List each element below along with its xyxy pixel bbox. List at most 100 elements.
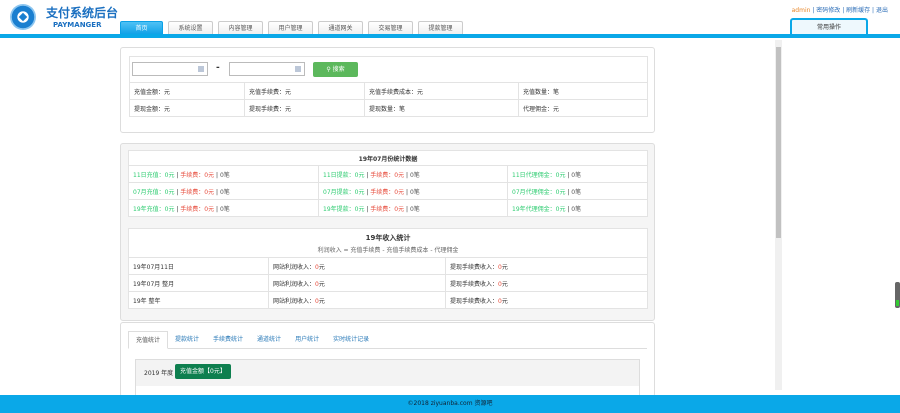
summary-cell: 代理佣金：元	[518, 99, 648, 117]
header-divider	[0, 34, 900, 38]
calendar-icon	[295, 66, 301, 72]
monthly-stats-table: 19年07月份统计数据 11日充值：0元 | 手续费：0元 | 0笔 11日提款：…	[128, 150, 648, 217]
label: 提现手续费收入：	[450, 263, 499, 271]
year-label: 2019 年度	[144, 370, 174, 377]
monthly-stats-row: 07月充值：0元 | 手续费：0元 | 0笔 07月提款：0元 | 手续费：0元 …	[128, 182, 648, 200]
summary-row: 充值金额：元 充值手续费：元 充值手续费成本：元 充值数量：笔	[129, 82, 648, 100]
nav-tab-withdraw[interactable]: 提款管理	[418, 21, 463, 35]
statistics-panel: 19年07月份统计数据 11日充值：0元 | 手续费：0元 | 0笔 11日提款：…	[120, 143, 655, 321]
summary-cell: 充值手续费：元	[244, 82, 365, 100]
unit: 元	[318, 280, 325, 288]
calendar-icon	[198, 66, 204, 72]
unit: 元	[318, 297, 325, 305]
stat-amount: 11日充值：0元	[133, 171, 175, 179]
stat-count: 0笔	[409, 188, 420, 196]
income-row: 19年 整年 网站利润收入：0元 提现手续费收入：0元	[128, 291, 648, 309]
stats-tab[interactable]: 手续费统计	[206, 331, 250, 348]
stat-count: 0笔	[571, 205, 582, 213]
stat-fee: 手续费：0元	[180, 205, 215, 213]
summary-cell: 充值金额：元	[129, 82, 245, 100]
monthly-stat-cell: 11日充值：0元 | 手续费：0元 | 0笔	[128, 165, 319, 183]
search-panel: - ⚲ 搜索 充值金额：元 充值手续费：元 充值手续费成本：元 充值数量：笔 提现金额…	[120, 47, 655, 133]
stat-count: 0笔	[409, 171, 420, 179]
stat-fee: 手续费：0元	[180, 171, 215, 179]
stats-tabs: 充值统计 提款统计 手续费统计 通道统计 用户统计 实时统计记录	[128, 331, 647, 349]
username[interactable]: admin	[792, 7, 811, 14]
label: 提现手续费收入：	[450, 297, 499, 305]
nav-tab-gateway[interactable]: 通道网关	[318, 21, 363, 35]
unit: 元	[501, 263, 508, 271]
monthly-stat-cell: 11日代理佣金：0元 | 0笔	[507, 165, 648, 183]
monthly-stat-cell: 07月代理佣金：0元 | 0笔	[507, 182, 648, 200]
scrollbar[interactable]	[775, 40, 782, 390]
unit: 元	[501, 297, 508, 305]
user-links: admin | 密码修改 | 刷新缓存 | 退出	[791, 7, 888, 14]
site-profit-cell: 网站利润收入：0元	[268, 274, 446, 292]
stat-amount: 07月提款：0元	[323, 188, 365, 196]
stats-tab[interactable]: 实时统计记录	[326, 331, 376, 348]
nav-tab-trade[interactable]: 交易管理	[368, 21, 413, 35]
income-period: 19年07月11日	[128, 257, 269, 275]
monthly-stat-cell: 19年提款：0元 | 手续费：0元 | 0笔	[318, 199, 508, 217]
label: 网站利润收入：	[273, 263, 316, 271]
stat-amount: 11日提款：0元	[323, 171, 365, 179]
monthly-stat-cell: 11日提款：0元 | 手续费：0元 | 0笔	[318, 165, 508, 183]
site-profit-cell: 网站利润收入：0元	[268, 257, 446, 275]
nav-tab-home[interactable]: 首页	[120, 21, 163, 35]
stats-tab[interactable]: 提款统计	[168, 331, 206, 348]
stats-tab[interactable]: 充值统计	[128, 331, 169, 349]
stat-amount: 19年代理佣金：0元	[512, 205, 566, 213]
nav-tab-users[interactable]: 用户管理	[268, 21, 313, 35]
withdraw-fee-cell: 提现手续费收入：0元	[445, 274, 648, 292]
end-date-input[interactable]	[229, 62, 305, 76]
nav-tab-system[interactable]: 系统设置	[168, 21, 213, 35]
stat-count: 0笔	[219, 171, 230, 179]
stat-count: 0笔	[409, 205, 420, 213]
stat-count: 0笔	[571, 188, 582, 196]
nav-tab-content[interactable]: 内容管理	[218, 21, 263, 35]
income-period: 19年07月 整月	[128, 274, 269, 292]
change-password-link[interactable]: 密码修改	[816, 7, 840, 14]
monthly-stat-cell: 07月提款：0元 | 手续费：0元 | 0笔	[318, 182, 508, 200]
recharge-total-badge: 充值金额【0元】	[175, 364, 231, 379]
stat-count: 0笔	[571, 171, 582, 179]
header: 支付系统后台 PAYMANGER 首页 系统设置 内容管理 用户管理 通道网关 …	[0, 0, 900, 38]
footer: ©2018 ziyuanba.com 资源吧	[0, 395, 900, 413]
scrollbar-thumb[interactable]	[776, 47, 781, 238]
label: 提现手续费收入：	[450, 280, 499, 288]
label: 网站利润收入：	[273, 280, 316, 288]
date-separator: -	[216, 63, 220, 73]
summary-row: 提现金额：元 提现手续费：元 提现数量：笔 代理佣金：元	[129, 99, 648, 117]
stat-fee: 手续费：0元	[370, 171, 405, 179]
summary-cell: 提现金额：元	[129, 99, 245, 117]
logout-link[interactable]: 退出	[876, 7, 888, 14]
stats-tab[interactable]: 通道统计	[250, 331, 288, 348]
search-button[interactable]: ⚲ 搜索	[313, 62, 358, 77]
label: 网站利润收入：	[273, 297, 316, 305]
stat-count: 0笔	[219, 188, 230, 196]
unit: 元	[318, 263, 325, 271]
withdraw-fee-cell: 提现手续费收入：0元	[445, 257, 648, 275]
start-date-input[interactable]	[132, 62, 208, 76]
refresh-cache-link[interactable]: 刷新缓存	[846, 7, 870, 14]
income-row: 19年07月11日 网站利润收入：0元 提现手续费收入：0元	[128, 257, 648, 275]
monthly-stat-cell: 07月充值：0元 | 手续费：0元 | 0笔	[128, 182, 319, 200]
stats-tab[interactable]: 用户统计	[288, 331, 326, 348]
logo-icon	[10, 4, 36, 30]
summary-cell: 充值数量：笔	[518, 82, 648, 100]
quick-actions-tab[interactable]: 常用操作	[790, 18, 868, 35]
unit: 元	[501, 280, 508, 288]
monthly-stat-cell: 19年充值：0元 | 手续费：0元 | 0笔	[128, 199, 319, 217]
side-widget[interactable]	[895, 282, 900, 308]
stat-amount: 11日代理佣金：0元	[512, 171, 566, 179]
income-formula: 利润收入 = 充值手续费 - 充值手续费成本 - 代理佣金	[317, 246, 459, 254]
stat-fee: 手续费：0元	[370, 205, 405, 213]
stat-amount: 07月充值：0元	[133, 188, 175, 196]
stat-amount: 07月代理佣金：0元	[512, 188, 566, 196]
stat-amount: 19年充值：0元	[133, 205, 175, 213]
income-title: 19年收入统计	[365, 233, 411, 242]
income-row: 19年07月 整月 网站利润收入：0元 提现手续费收入：0元	[128, 274, 648, 292]
app-title: 支付系统后台	[46, 6, 119, 20]
monthly-stats-row: 11日充值：0元 | 手续费：0元 | 0笔 11日提款：0元 | 手续费：0元 …	[128, 165, 648, 183]
stat-fee: 手续费：0元	[370, 188, 405, 196]
